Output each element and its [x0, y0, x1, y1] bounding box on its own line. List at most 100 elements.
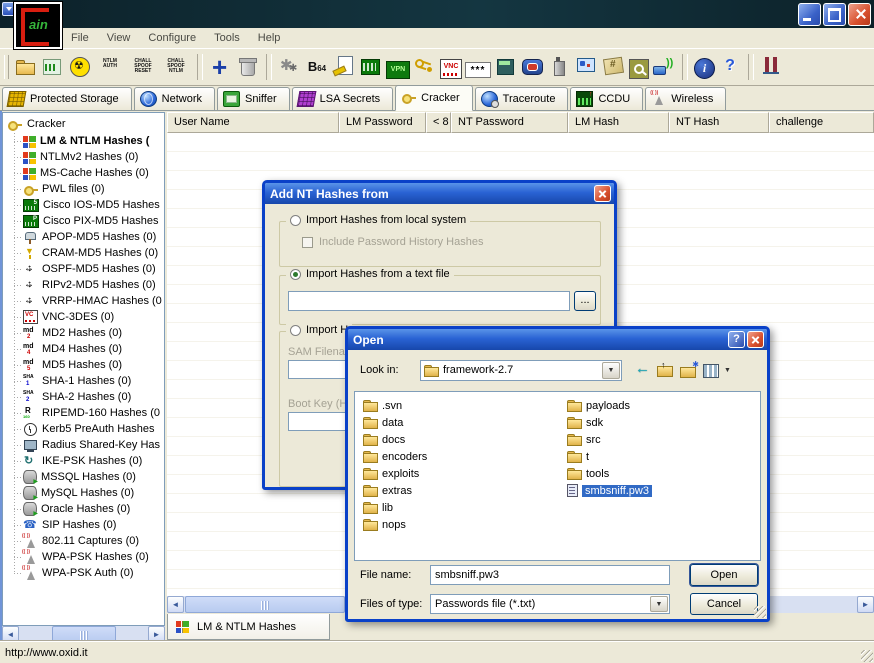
- toolbar-button-icon[interactable]: [521, 54, 545, 80]
- toolbar-button-icon[interactable]: [359, 54, 383, 80]
- add-dialog-titlebar[interactable]: Add NT Hashes from: [265, 183, 614, 204]
- tree-item[interactable]: SHA-1 Hashes (0): [3, 373, 164, 389]
- browse-button[interactable]: ...: [574, 291, 596, 311]
- folder-item[interactable]: exploits: [363, 465, 427, 482]
- toolbar-button-icon[interactable]: CHALL SPOOF RESET: [128, 54, 158, 80]
- open-button[interactable]: Open: [690, 564, 758, 586]
- back-icon[interactable]: ←: [632, 360, 653, 380]
- toolbar-button-icon[interactable]: [197, 54, 203, 80]
- toolbar-button-icon[interactable]: i: [694, 58, 715, 79]
- column-header[interactable]: NT Hash: [669, 112, 769, 133]
- up-one-level-icon[interactable]: [655, 360, 676, 380]
- column-header[interactable]: challenge: [769, 112, 874, 133]
- tree-item[interactable]: RIPv2-MD5 Hashes (0): [3, 277, 164, 293]
- toolbar-button-icon[interactable]: [266, 54, 272, 80]
- open-dialog-help-button[interactable]: ?: [728, 331, 745, 348]
- column-header[interactable]: < 8: [426, 112, 451, 133]
- scroll-left-icon[interactable]: ◄: [167, 596, 184, 613]
- toolbar-button-icon[interactable]: [682, 54, 688, 80]
- folder-item[interactable]: data: [363, 414, 427, 431]
- textfile-path-input[interactable]: [288, 291, 570, 311]
- file-list[interactable]: .svn data docs encoders: [354, 391, 761, 561]
- dialog-resize-grip[interactable]: [754, 606, 766, 618]
- scrollbar-thumb[interactable]: [185, 596, 345, 613]
- feature-tab[interactable]: Traceroute: [475, 87, 569, 110]
- folder-item[interactable]: sdk: [567, 414, 630, 431]
- combo-dropdown-icon[interactable]: ▼: [650, 596, 668, 612]
- menu-item[interactable]: View: [98, 29, 140, 47]
- feature-tab[interactable]: Cracker: [395, 85, 473, 111]
- feature-tab[interactable]: Network: [134, 87, 215, 110]
- add-dialog-close-button[interactable]: [594, 185, 611, 202]
- folder-item[interactable]: nops: [363, 516, 427, 533]
- folder-item[interactable]: extras: [363, 482, 427, 499]
- tree-item[interactable]: MS-Cache Hashes (0): [3, 165, 164, 181]
- folder-item[interactable]: docs: [363, 431, 427, 448]
- column-header[interactable]: User Name: [167, 112, 339, 133]
- combo-dropdown-icon[interactable]: ▼: [602, 362, 620, 379]
- toolbar-button-icon[interactable]: [575, 54, 599, 80]
- open-dialog-close-button[interactable]: [747, 331, 764, 348]
- toolbar-button-icon[interactable]: B64: [305, 54, 329, 80]
- tree-item[interactable]: Cisco PIX-MD5 Hashes: [3, 213, 164, 229]
- menu-item[interactable]: File: [62, 29, 98, 47]
- toolbar-button-icon[interactable]: [14, 54, 38, 80]
- toolbar-button-icon[interactable]: [494, 54, 518, 80]
- toolbar-button-icon[interactable]: [68, 54, 92, 80]
- toolbar-button-icon[interactable]: VPN: [386, 61, 410, 79]
- toolbar-button-icon[interactable]: [41, 54, 65, 80]
- file-name-input[interactable]: smbsniff.pw3: [430, 565, 670, 585]
- tree-item[interactable]: OSPF-MD5 Hashes (0): [3, 261, 164, 277]
- tree-item[interactable]: VRRP-HMAC Hashes (0: [3, 293, 164, 309]
- tree-item[interactable]: MD2 Hashes (0): [3, 325, 164, 341]
- toolbar-button-icon[interactable]: [760, 54, 784, 80]
- bottom-tab-lm-ntlm[interactable]: LM & NTLM Hashes: [167, 614, 330, 640]
- toolbar-button-icon[interactable]: [209, 54, 233, 80]
- new-folder-icon[interactable]: [678, 360, 699, 380]
- toolbar-button-icon[interactable]: NTLM AUTH: [95, 54, 125, 80]
- feature-tab[interactable]: Sniffer: [217, 87, 290, 110]
- import-sam-radio[interactable]: [290, 325, 301, 336]
- toolbar-button-icon[interactable]: ?: [718, 54, 742, 80]
- resize-grip[interactable]: [861, 650, 873, 662]
- toolbar-button-icon[interactable]: [278, 54, 302, 80]
- folder-item[interactable]: encoders: [363, 448, 427, 465]
- selected-file-item[interactable]: smbsniff.pw3: [567, 482, 652, 499]
- column-header[interactable]: LM Password: [339, 112, 426, 133]
- tree-item[interactable]: 802.11 Captures (0): [3, 533, 164, 549]
- tree-item[interactable]: SHA-2 Hashes (0): [3, 389, 164, 405]
- folder-item[interactable]: payloads: [567, 397, 630, 414]
- tree-item[interactable]: Oracle Hashes (0): [3, 501, 164, 517]
- tree-item[interactable]: Cisco IOS-MD5 Hashes: [3, 197, 164, 213]
- tree-item[interactable]: Radius Shared-Key Has: [3, 437, 164, 453]
- toolbar-button-icon[interactable]: [548, 54, 572, 80]
- toolbar-button-icon[interactable]: [236, 54, 260, 80]
- tree-item[interactable]: MSSQL Hashes (0): [3, 469, 164, 485]
- toolbar-button-icon[interactable]: [413, 54, 437, 80]
- minimize-button[interactable]: [798, 3, 821, 26]
- tree-item[interactable]: MD4 Hashes (0): [3, 341, 164, 357]
- tree-item[interactable]: PWL files (0): [3, 181, 164, 197]
- column-header[interactable]: NT Password: [451, 112, 568, 133]
- open-dialog-titlebar[interactable]: Open ?: [348, 329, 767, 350]
- tree-item[interactable]: APOP-MD5 Hashes (0): [3, 229, 164, 245]
- folder-item[interactable]: .svn: [363, 397, 427, 414]
- folder-item[interactable]: t: [567, 448, 630, 465]
- tree-item[interactable]: Kerb5 PreAuth Hashes: [3, 421, 164, 437]
- import-textfile-radio[interactable]: [290, 269, 301, 280]
- column-header[interactable]: LM Hash: [568, 112, 669, 133]
- tree-item[interactable]: CRAM-MD5 Hashes (0): [3, 245, 164, 261]
- toolbar-button-icon[interactable]: [602, 54, 626, 80]
- feature-tab[interactable]: LSA Secrets: [292, 87, 394, 110]
- view-menu-icon[interactable]: [701, 360, 722, 380]
- menu-item[interactable]: Tools: [205, 29, 249, 47]
- cancel-button[interactable]: Cancel: [690, 593, 758, 615]
- menu-item[interactable]: Configure: [139, 29, 205, 47]
- feature-tab[interactable]: Protected Storage: [2, 87, 132, 110]
- toolbar-button-icon[interactable]: VNC: [440, 59, 462, 79]
- maximize-button[interactable]: [823, 3, 846, 26]
- folder-item[interactable]: lib: [363, 499, 427, 516]
- feature-tab[interactable]: CCDU: [570, 87, 643, 110]
- feature-tab[interactable]: Wireless: [645, 87, 726, 110]
- folder-item[interactable]: tools: [567, 465, 630, 482]
